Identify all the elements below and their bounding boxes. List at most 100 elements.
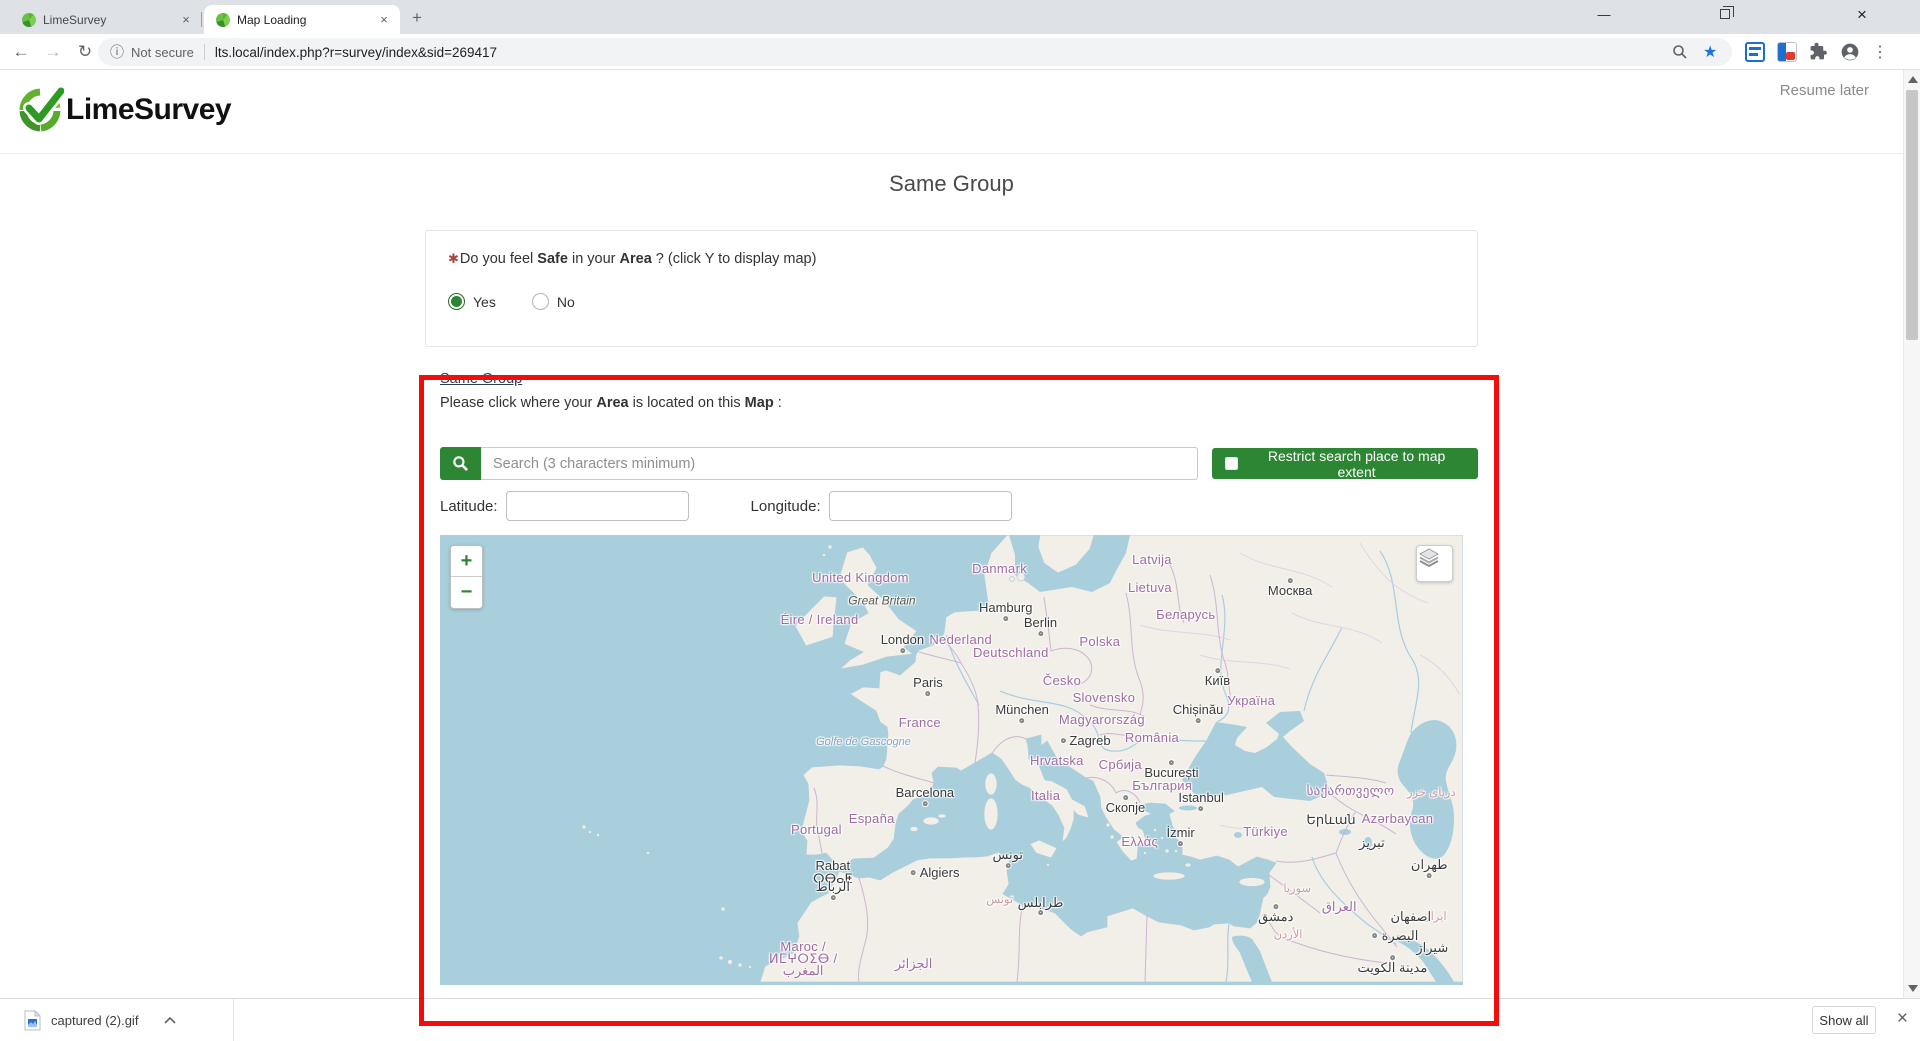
download-bar-close-icon[interactable]: ×: [1897, 1008, 1908, 1030]
map-label: München: [995, 703, 1048, 723]
password-extension-icon[interactable]: [1777, 42, 1797, 62]
map-label: ايران: [1422, 911, 1446, 923]
map-label: المغرب: [783, 964, 824, 978]
map-label: Србија: [1099, 758, 1142, 772]
forward-button[interactable]: →: [40, 39, 66, 65]
map-label: البصرة: [1373, 929, 1419, 943]
layers-control-button[interactable]: [1416, 545, 1453, 582]
map-label: Москва: [1268, 578, 1312, 598]
tab-map-loading[interactable]: Map Loading ×: [204, 5, 400, 34]
brand-text: LimeSurvey: [66, 93, 231, 127]
tab-close-icon[interactable]: ×: [376, 12, 392, 28]
map-label: Great Britain: [848, 595, 915, 608]
window-restore-button[interactable]: [1720, 9, 1730, 19]
zoom-out-button[interactable]: −: [451, 577, 482, 608]
radio-no-label: No: [557, 294, 575, 310]
url-text: lts.local/index.php?r=survey/index&sid=2…: [215, 45, 497, 60]
map-label: تبريز: [1359, 836, 1385, 850]
map-label: تونس: [992, 848, 1023, 868]
resume-later-link[interactable]: Resume later: [1780, 82, 1869, 99]
zoom-page-icon[interactable]: [1672, 44, 1688, 65]
page-header: LimeSurvey Resume later: [0, 70, 1903, 154]
map-labels: United KingdomGreat BritainÉire / Irelan…: [440, 535, 1463, 985]
reload-button[interactable]: ↻: [72, 39, 98, 65]
radio-no[interactable]: [532, 293, 549, 310]
longitude-label: Longitude:: [751, 498, 821, 515]
map-label: Ελλάς: [1121, 835, 1158, 849]
tab-limesurvey[interactable]: LimeSurvey ×: [10, 5, 202, 34]
map-label: Paris: [913, 676, 943, 696]
map-label: Türkiye: [1243, 825, 1288, 839]
map-label: İzmir: [1167, 826, 1195, 846]
page-title: Same Group: [0, 171, 1903, 197]
map-zoom-control: + −: [450, 545, 483, 609]
scroll-down-icon[interactable]: [1908, 985, 1918, 992]
question-text: ✱Do you feel Safe in your Area ? (click …: [448, 251, 1455, 267]
map-label: Zagreb: [1060, 734, 1110, 748]
map-label: ⵔⴱⴰⵟ: [813, 872, 853, 886]
search-input[interactable]: [481, 447, 1198, 480]
back-button[interactable]: ←: [8, 39, 34, 65]
map-label: Deutschland: [973, 646, 1049, 660]
security-label: Not secure: [131, 45, 194, 60]
map-label: تونس: [986, 894, 1013, 906]
map-canvas[interactable]: United KingdomGreat BritainÉire / Irelan…: [440, 535, 1463, 985]
map-label: Česko: [1043, 674, 1081, 688]
menu-dots-icon[interactable]: ⋮: [1872, 42, 1888, 62]
radio-yes-label: Yes: [473, 294, 496, 310]
extensions-puzzle-icon[interactable]: [1809, 42, 1829, 62]
zoom-in-button[interactable]: +: [451, 546, 482, 577]
layers-icon: [1417, 546, 1441, 570]
address-bar[interactable]: ⓘ Not secure lts.local/index.php?r=surve…: [98, 38, 1732, 66]
map-label: سوريا: [1283, 883, 1311, 895]
bookmark-star-icon[interactable]: ★: [1703, 42, 1717, 62]
map-label: United Kingdom: [812, 571, 909, 585]
map-label: Hrvatska: [1030, 754, 1084, 768]
latitude-input[interactable]: [506, 491, 689, 521]
divider: [204, 44, 205, 60]
map-label: Slovensko: [1073, 691, 1136, 705]
new-tab-button[interactable]: +: [406, 8, 428, 30]
map-label: Беларусь: [1156, 608, 1215, 622]
latitude-label: Latitude:: [440, 498, 498, 515]
show-all-button[interactable]: Show all: [1812, 1006, 1876, 1034]
info-icon[interactable]: ⓘ: [110, 42, 124, 62]
map-label: Երևան: [1306, 813, 1355, 827]
map-label: Київ: [1205, 668, 1230, 688]
window-minimize-button[interactable]: —: [1583, 0, 1623, 30]
restrict-checkbox[interactable]: [1225, 457, 1238, 470]
map-label: España: [849, 812, 895, 826]
scroll-up-icon[interactable]: [1908, 76, 1918, 83]
download-caret-icon[interactable]: [164, 1016, 176, 1024]
tab-close-icon[interactable]: ×: [178, 12, 194, 28]
map-label: Rabat: [815, 859, 850, 873]
map-label: France: [899, 716, 941, 730]
map-label: România: [1125, 731, 1179, 745]
radio-yes[interactable]: [448, 293, 465, 310]
limesurvey-logo: LimeSurvey: [16, 86, 231, 134]
map-label: Italia: [1031, 789, 1060, 803]
map-label: Maroc /: [780, 940, 825, 954]
map-label: București: [1144, 760, 1198, 780]
download-item[interactable]: captured (2).gif: [24, 999, 176, 1041]
map-label: دریای خزر: [1407, 787, 1456, 799]
window-close-button[interactable]: ×: [1842, 0, 1882, 30]
map-label: Magyarország: [1059, 713, 1145, 727]
map-label: ⵍⵎⵖⵔⵉⴱ /: [769, 952, 838, 966]
divider: [233, 999, 234, 1041]
limesurvey-logo-icon: [16, 86, 64, 134]
map-label: العراق: [1322, 900, 1357, 914]
search-button[interactable]: [440, 447, 481, 480]
map-label: Danmark: [972, 562, 1027, 576]
map-label: Portugal: [791, 823, 842, 837]
profile-avatar-icon[interactable]: [1840, 42, 1860, 62]
search-icon: [452, 455, 469, 472]
page-scrollbar[interactable]: [1903, 70, 1920, 998]
map-label: Berlin: [1024, 616, 1057, 636]
longitude-input[interactable]: [829, 491, 1012, 521]
restrict-search-button[interactable]: Restrict search place to map extent: [1212, 448, 1478, 479]
group-title-link[interactable]: Same Group: [440, 371, 522, 387]
map-label: Скопје: [1106, 795, 1146, 815]
ie-tab-extension-icon[interactable]: [1745, 42, 1765, 62]
scrollbar-thumb[interactable]: [1906, 90, 1918, 340]
